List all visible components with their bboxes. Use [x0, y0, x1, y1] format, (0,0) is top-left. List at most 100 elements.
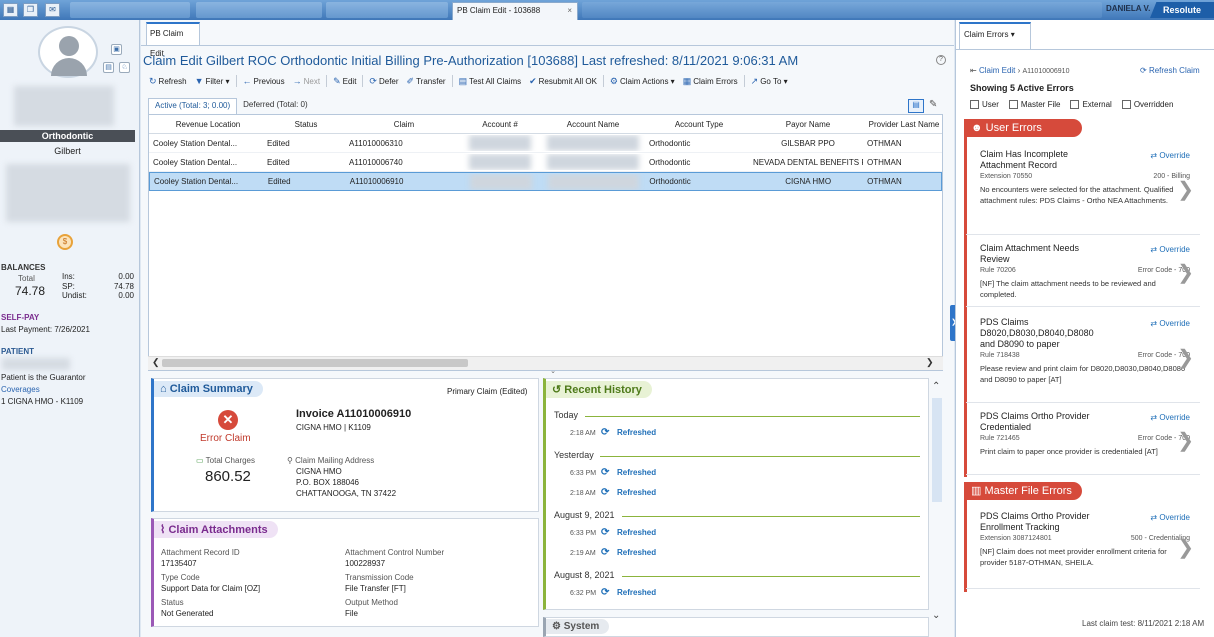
workspace-icon[interactable]: ▦ [3, 3, 18, 17]
toolbar-test-all-claims-button[interactable]: ▤ Test All Claims [455, 76, 526, 87]
scroll-left-icon[interactable]: ❮ [152, 357, 160, 368]
history-event[interactable]: Refreshed [617, 468, 656, 477]
scroll-right-icon[interactable]: ❯ [926, 357, 934, 368]
refresh-claim-button[interactable]: ⟳ Refresh Claim [1140, 66, 1200, 75]
back-icon[interactable]: ⇤ [970, 66, 979, 75]
toolbar-filter-button[interactable]: ▼ Filter ▾ [191, 76, 234, 86]
tab-deferred[interactable]: Deferred (Total: 0) [237, 98, 313, 114]
coins-icon[interactable]: $ [57, 234, 73, 250]
filter-overridden[interactable]: Overridden [1121, 100, 1173, 110]
filter-user[interactable]: User [970, 100, 999, 110]
inbox-icon[interactable]: ✉ [45, 3, 60, 17]
tab-pb-claim-edit-inner[interactable]: PB Claim Edit [146, 22, 200, 58]
output-label: Output Method [345, 598, 398, 607]
error-card[interactable]: PDS Claims D8020,D8030,D8040,D8080 and D… [966, 315, 1200, 403]
coverages-link[interactable]: Coverages [1, 385, 40, 394]
help-icon[interactable]: ? [936, 55, 946, 65]
table-row[interactable]: Cooley Station Dental... Edited A110100063… [149, 134, 942, 153]
toolbar-transfer-button[interactable]: ✐ Transfer [403, 76, 450, 87]
checkbox[interactable] [970, 100, 979, 110]
toolbar-go-to-button[interactable]: ↗ Go To ▾ [747, 76, 792, 87]
toolbar-resubmit-all-ok-button[interactable]: ✔ Resubmit All OK [525, 76, 601, 87]
chevron-right-icon[interactable]: ❯ [1177, 428, 1194, 453]
table-cell: Orthodontic [649, 177, 691, 186]
chart-icon[interactable]: ▤ [908, 99, 924, 113]
toolbar-previous-button[interactable]: ← Previous [239, 76, 289, 86]
error-card[interactable]: Claim Attachment Needs Review ⇄ Override R… [966, 241, 1200, 307]
column-header[interactable]: Payor Name [749, 120, 863, 129]
history-divider [622, 576, 920, 577]
claim-subtabs: Active (Total: 3; 0.00) Deferred (Total:… [148, 98, 314, 114]
history-event[interactable]: Refreshed [617, 588, 656, 597]
splitter-handle[interactable]: ⌄ [538, 367, 568, 375]
table-row[interactable]: Cooley Station Dental... Edited A110100069… [149, 172, 942, 191]
activity-tab-3[interactable] [326, 2, 448, 18]
error-card[interactable]: PDS Claims Ortho Provider Credentialed ⇄ … [966, 409, 1200, 475]
column-header[interactable]: Account Name [537, 120, 645, 129]
coverage-item[interactable]: 1 CIGNA HMO - K1109 [1, 397, 83, 406]
wrench-icon[interactable]: ✎ [929, 99, 937, 110]
page-title: Claim Edit Gilbert ROC Orthodontic Initi… [143, 53, 799, 68]
toolbar-claim-actions-button[interactable]: ⚙ Claim Actions ▾ [606, 76, 679, 87]
close-icon[interactable]: × [567, 3, 572, 19]
filter-label: External [1082, 100, 1112, 109]
column-header[interactable]: Claim [345, 120, 459, 129]
override-button[interactable]: ⇄ Override [1150, 151, 1190, 160]
history-event[interactable]: Refreshed [617, 528, 656, 537]
scroll-down-icon[interactable]: ⌄ [932, 610, 940, 621]
toolbar-next-button[interactable]: → Next [289, 76, 324, 86]
history-event[interactable]: Refreshed [617, 428, 656, 437]
toolbar-claim-errors-button[interactable]: ▦ Claim Errors [679, 76, 742, 87]
chevron-right-icon[interactable]: ❯ [1177, 177, 1194, 202]
override-button[interactable]: ⇄ Override [1150, 245, 1190, 254]
table-cell: Orthodontic [649, 157, 691, 167]
breadcrumb-claim-edit[interactable]: Claim Edit [979, 66, 1015, 75]
override-button[interactable]: ⇄ Override [1150, 413, 1190, 422]
chat-icon[interactable]: ▣ [111, 44, 122, 55]
toolbar-label: Resubmit All OK [538, 76, 597, 86]
copy-icon[interactable]: ❐ [23, 3, 38, 17]
tab-claim-errors[interactable]: Claim Errors ▾ [959, 22, 1031, 50]
error-source: Rule 721465 [980, 435, 1020, 442]
scroll-thumb[interactable] [162, 359, 468, 367]
tab-pb-claim-edit[interactable]: PB Claim Edit - 103688 × [452, 2, 578, 20]
activity-tab-1[interactable] [70, 2, 190, 18]
vertical-scroll-thumb[interactable] [932, 398, 942, 502]
tab-active[interactable]: Active (Total: 3; 0.00) [148, 98, 238, 114]
toolbar-edit-button[interactable]: ✎ Edit [329, 76, 360, 87]
user-name[interactable]: DANIELA V. [1106, 4, 1150, 13]
output-value: File [345, 609, 358, 618]
dropdown-icon[interactable]: ▾ [1011, 30, 1015, 39]
toolbar-icon: ↻ [149, 75, 157, 86]
filter-external[interactable]: External [1070, 100, 1112, 110]
scroll-up-icon[interactable]: ⌃ [932, 381, 940, 392]
toolbar-refresh-button[interactable]: ↻ Refresh [145, 76, 191, 87]
table-row[interactable]: Cooley Station Dental... Edited A110100067… [149, 153, 942, 172]
chevron-right-icon[interactable]: ❯ [1177, 345, 1194, 370]
table-cell [538, 173, 646, 190]
primary-claim: Primary Claim (Edited) [447, 387, 528, 396]
column-header[interactable]: Revenue Location [149, 120, 263, 129]
column-header[interactable]: Account # [459, 120, 537, 129]
undist-value: 0.00 [118, 291, 134, 300]
column-header[interactable]: Provider Last Name [863, 120, 941, 129]
tooth-icon[interactable]: ♘ [119, 62, 130, 73]
toolbar-defer-button[interactable]: ⟳ Defer [365, 76, 402, 87]
history-event[interactable]: Refreshed [617, 488, 656, 497]
error-card[interactable]: Claim Has Incomplete Attachment Record ⇄ … [966, 147, 1200, 235]
checkbox[interactable] [1121, 100, 1131, 110]
document-icon[interactable]: ▤ [103, 62, 114, 73]
column-header[interactable]: Status [263, 120, 345, 129]
checkbox[interactable] [1070, 100, 1080, 110]
column-header[interactable]: Account Type [645, 120, 749, 129]
override-button[interactable]: ⇄ Override [1150, 319, 1190, 328]
activity-tab-2[interactable] [196, 2, 322, 18]
error-card[interactable]: PDS Claims Ortho Provider Enrollment Tra… [966, 509, 1200, 589]
chevron-right-icon[interactable]: ❯ [1177, 260, 1194, 285]
history-event[interactable]: Refreshed [617, 548, 656, 557]
chevron-right-icon[interactable]: ❯ [1177, 535, 1194, 560]
toolbar-icon: ← [242, 76, 252, 86]
filter-master-file[interactable]: Master File [1008, 100, 1060, 110]
override-button[interactable]: ⇄ Override [1150, 513, 1190, 522]
checkbox[interactable] [1008, 100, 1018, 110]
